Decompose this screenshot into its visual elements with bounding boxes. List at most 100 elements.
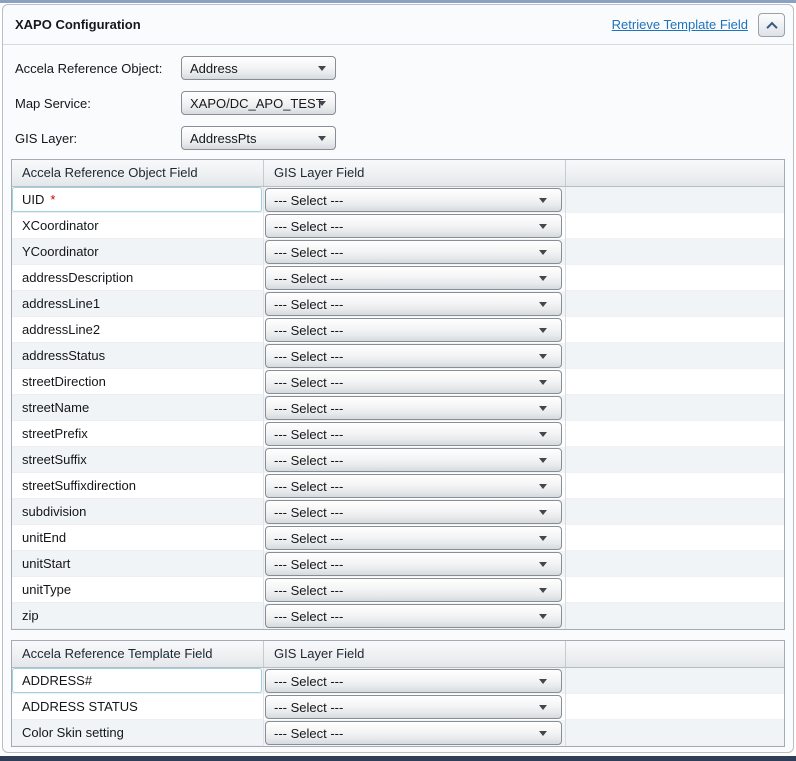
field-name: streetDirection: [22, 374, 106, 389]
field-name-cell: addressDescription: [12, 265, 264, 291]
empty-cell: [566, 603, 784, 629]
chevron-down-icon: [318, 66, 326, 71]
field-name-cell: streetSuffix: [12, 447, 264, 473]
empty-cell: [566, 421, 784, 447]
gis-layer-field-cell: --- Select ---: [264, 668, 566, 694]
gis-layer-field-select[interactable]: --- Select ---: [265, 266, 562, 290]
table-row: unitEnd --- Select ---: [12, 525, 784, 551]
table-row: streetPrefix --- Select ---: [12, 421, 784, 447]
gis-layer-field-cell: --- Select ---: [264, 291, 566, 317]
gis-layer-field-select[interactable]: --- Select ---: [265, 578, 562, 602]
select-value: --- Select ---: [274, 700, 343, 715]
field-name-cell: Color Skin setting: [12, 720, 264, 746]
required-marker: *: [50, 192, 55, 207]
gis-layer-field-select[interactable]: --- Select ---: [265, 721, 562, 745]
bottom-edge-strip: [0, 756, 796, 761]
select-value: --- Select ---: [274, 453, 343, 468]
empty-cell: [566, 447, 784, 473]
chevron-down-icon: [539, 705, 547, 710]
gis-layer-field-select[interactable]: --- Select ---: [265, 422, 562, 446]
field-cell: unitType: [12, 577, 263, 602]
chevron-down-icon: [539, 536, 547, 541]
table-row: zip--- Select ---: [12, 603, 784, 629]
field-cell: YCoordinator: [12, 239, 263, 264]
select-value: XAPO/DC_APO_TEST: [190, 96, 324, 111]
select-value: --- Select ---: [274, 505, 343, 520]
xapo-configuration-panel: XAPO Configuration Retrieve Template Fie…: [2, 4, 794, 753]
focused-field-cell: UID*: [12, 187, 262, 212]
map-service-select[interactable]: XAPO/DC_APO_TEST: [181, 91, 336, 115]
empty-cell: [566, 239, 784, 265]
chevron-down-icon: [539, 406, 547, 411]
gis-layer-field-select[interactable]: --- Select ---: [265, 552, 562, 576]
table-row: streetSuffixdirection--- Select ---: [12, 473, 784, 499]
field-name-cell: unitEnd: [12, 525, 264, 551]
form-row-map-service: Map Service: XAPO/DC_APO_TEST: [15, 91, 793, 115]
header-actions: Retrieve Template Field: [612, 13, 785, 37]
field-name-cell: zip: [12, 603, 264, 629]
field-cell: addressDescription: [12, 265, 263, 290]
field-cell: unitStart: [12, 551, 263, 576]
chevron-down-icon: [539, 679, 547, 684]
gis-layer-field-cell: --- Select ---: [264, 473, 566, 499]
chevron-down-icon: [539, 432, 547, 437]
select-value: --- Select ---: [274, 193, 343, 208]
empty-cell: [566, 369, 784, 395]
empty-cell: [566, 213, 784, 239]
gis-layer-field-cell: --- Select ---: [264, 421, 566, 447]
gis-layer-field-cell: --- Select ---: [264, 720, 566, 746]
select-value: --- Select ---: [274, 427, 343, 442]
template-field-mapping-table: Accela Reference Template Field GIS Laye…: [11, 640, 785, 747]
page: { "header": { "title": "XAPO Configurati…: [0, 0, 796, 761]
chevron-down-icon: [539, 328, 547, 333]
top-edge-strip: [0, 0, 796, 3]
field-name-cell: addressLine2: [12, 317, 264, 343]
gis-layer-field-select[interactable]: --- Select ---: [265, 292, 562, 316]
gis-layer-field-select[interactable]: --- Select ---: [265, 474, 562, 498]
table-row: streetSuffix --- Select ---: [12, 447, 784, 473]
retrieve-template-field-link[interactable]: Retrieve Template Field: [612, 17, 748, 32]
empty-cell: [566, 499, 784, 525]
gis-layer-field-select[interactable]: --- Select ---: [265, 214, 562, 238]
gis-layer-field-select[interactable]: --- Select ---: [265, 370, 562, 394]
table-row: addressStatus--- Select ---: [12, 343, 784, 369]
map-service-label: Map Service:: [15, 96, 181, 111]
gis-layer-field-select[interactable]: --- Select ---: [265, 344, 562, 368]
gis-layer-field-select[interactable]: --- Select ---: [265, 604, 562, 628]
field-cell: streetPrefix: [12, 421, 263, 446]
gis-layer-field-select[interactable]: --- Select ---: [265, 318, 562, 342]
form-row-accela-reference-object: Accela Reference Object: Address: [15, 56, 793, 80]
table-row: unitType--- Select ---: [12, 577, 784, 603]
gis-layer-field-select[interactable]: --- Select ---: [265, 448, 562, 472]
select-value: --- Select ---: [274, 531, 343, 546]
collapse-button[interactable]: [758, 13, 785, 37]
column-header-template-field: Accela Reference Template Field: [12, 641, 264, 667]
chevron-down-icon: [539, 380, 547, 385]
field-cell: addressLine1: [12, 291, 263, 316]
accela-reference-object-select[interactable]: Address: [181, 56, 336, 80]
field-cell: streetSuffix: [12, 447, 263, 472]
chevron-down-icon: [539, 614, 547, 619]
gis-layer-field-select[interactable]: --- Select ---: [265, 188, 562, 212]
table-spacer: [3, 630, 793, 640]
gis-layer-select[interactable]: AddressPts: [181, 126, 336, 150]
chevron-down-icon: [539, 302, 547, 307]
gis-layer-field-select[interactable]: --- Select ---: [265, 396, 562, 420]
empty-cell: [566, 343, 784, 369]
page-title: XAPO Configuration: [15, 17, 141, 32]
empty-cell: [566, 317, 784, 343]
gis-layer-field-select[interactable]: --- Select ---: [265, 500, 562, 524]
field-name: subdivision: [22, 504, 86, 519]
field-cell: addressLine2: [12, 317, 263, 342]
gis-layer-field-select[interactable]: --- Select ---: [265, 240, 562, 264]
field-name-cell: unitType: [12, 577, 264, 603]
table-row: UID* --- Select ---: [12, 187, 784, 213]
select-value: AddressPts: [190, 131, 256, 146]
gis-layer-field-select[interactable]: --- Select ---: [265, 526, 562, 550]
gis-layer-field-select[interactable]: --- Select ---: [265, 669, 562, 693]
field-name-cell: subdivision: [12, 499, 264, 525]
field-name: ADDRESS#: [22, 673, 92, 688]
empty-cell: [566, 187, 784, 213]
gis-layer-field-select[interactable]: --- Select ---: [265, 695, 562, 719]
field-name-cell: YCoordinator: [12, 239, 264, 265]
